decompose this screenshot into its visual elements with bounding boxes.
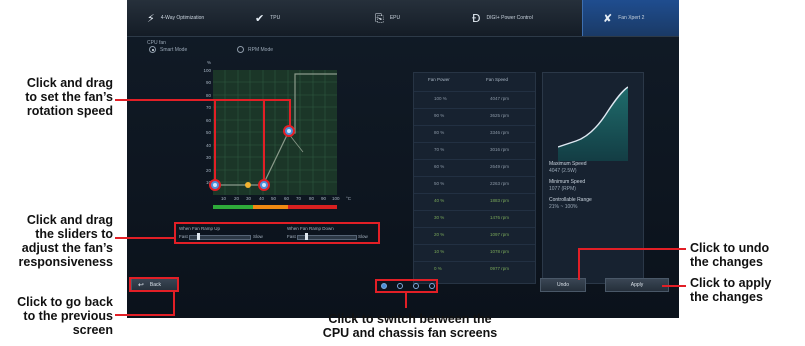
tab-label: Fan Xpert 2	[618, 15, 645, 21]
annotation-apply: Click to apply the changes	[690, 276, 772, 304]
table-row: 50 % 2263 rpm	[414, 176, 535, 191]
x-tick: 100	[332, 196, 340, 201]
x-tick: 80	[309, 196, 315, 201]
x-tick: 40	[259, 196, 265, 201]
chip-icon: ⎘	[375, 11, 384, 25]
check-icon: ✔	[255, 11, 265, 25]
x-tick: 60	[284, 196, 290, 201]
leader-line-drag-speed-v2	[263, 99, 265, 181]
header-fan-speed: Fan Speed	[486, 77, 509, 82]
pager-highlight-box	[375, 279, 438, 293]
table-row: 10 % 1078 rpm	[414, 244, 535, 259]
leader-line-sliders	[115, 237, 175, 239]
controllable-range-label: Controllable Range	[549, 197, 592, 203]
y-tick: 70	[205, 105, 211, 110]
table-row: 0 % 0977 rpm	[414, 261, 535, 276]
tab-fan-xpert-2[interactable]: ✘ Fan Xpert 2	[582, 0, 679, 36]
x-tick: 70	[296, 196, 302, 201]
table-row: 70 % 3016 rpm	[414, 142, 535, 157]
annotation-switch-screens: Click to switch between the CPU and chass…	[322, 312, 498, 340]
table-row: 80 % 3346 rpm	[414, 125, 535, 140]
leader-line-apply	[662, 285, 686, 287]
smart-mode-label: Smart Mode	[160, 47, 188, 53]
apply-button[interactable]: Apply	[605, 278, 669, 292]
fan-label: CPU fan	[147, 40, 166, 46]
table-row: 40 % 1883 rpm	[414, 193, 535, 208]
fan-info-panel: Maximum Speed 4047 (2.5W) Minimum Speed …	[542, 72, 644, 284]
tab-label: 4-Way Optimization	[160, 15, 205, 21]
leader-line-undo-v	[578, 248, 580, 280]
leader-line-drag-speed-v3	[289, 99, 291, 127]
leader-line-back-v	[173, 291, 175, 316]
y-tick: 20	[205, 168, 211, 173]
current-temp-marker	[245, 182, 251, 188]
x-tick: 90	[321, 196, 327, 201]
leader-line-back	[115, 314, 175, 316]
tab-label: DIGI+ Power Control	[486, 15, 533, 21]
undo-label: Undo	[557, 282, 569, 288]
y-tick: 50	[205, 130, 211, 135]
turbo-icon: ⚡	[147, 11, 155, 25]
x-tick: 30	[246, 196, 252, 201]
back-button-highlight-box	[129, 277, 179, 292]
table-row: 100 % 4047 rpm	[414, 91, 535, 106]
fan-curve-chart[interactable]	[213, 70, 337, 195]
leader-line-pager	[405, 292, 407, 308]
min-speed-value: 1077 (RPM)	[549, 186, 576, 192]
table-row: 30 % 1476 rpm	[414, 210, 535, 225]
annotation-drag-sliders: Click and drag the sliders to adjust the f…	[18, 213, 114, 269]
x-tick: 10	[221, 196, 227, 201]
annotation-drag-speed: Click and drag to set the fan’s rotation s…	[25, 76, 113, 118]
tab-label: TPU	[270, 15, 281, 21]
table-row: 90 % 3625 rpm	[414, 108, 535, 123]
tab-4-way-optimization[interactable]: ⚡ 4-Way Optimization	[147, 0, 237, 36]
y-axis-unit: %	[206, 60, 211, 65]
y-tick: 30	[205, 155, 211, 160]
table-row: 20 % 1097 rpm	[414, 227, 535, 242]
y-tick: 90	[205, 80, 211, 85]
sliders-highlight-box	[174, 222, 380, 244]
temp-band-green	[213, 205, 253, 209]
fan-speed-mini-graph	[558, 86, 628, 161]
y-tick: 100	[203, 68, 211, 73]
tab-digi-power-control[interactable]: Ð DIGI+ Power Control	[472, 0, 567, 36]
tab-tpu[interactable]: ✔ TPU	[255, 0, 315, 36]
temp-band-red	[288, 205, 337, 209]
max-speed-label: Maximum Speed	[549, 161, 587, 167]
annotation-undo: Click to undo the changes	[690, 241, 770, 269]
y-tick: 40	[205, 143, 211, 148]
temp-band-orange	[253, 205, 288, 209]
rpm-mode-label: RPM Mode	[248, 47, 274, 53]
annotation-go-back: Click to go back to the previous screen	[17, 295, 113, 337]
leader-line-drag-speed-v1	[214, 99, 216, 181]
max-speed-value: 4047 (2.5W)	[549, 168, 577, 174]
leader-line-undo	[578, 248, 686, 250]
smart-mode-radio[interactable]	[149, 46, 156, 53]
digi-icon: Ð	[472, 11, 481, 25]
x-axis-unit: °C	[346, 196, 352, 201]
x-tick: 20	[234, 196, 240, 201]
controllable-range-value: 21% ~ 100%	[549, 204, 578, 210]
fan-speed-table: Fan Power Fan Speed 100 % 4047 rpm 90 % 36…	[413, 72, 536, 284]
rpm-mode-radio[interactable]	[237, 46, 244, 53]
y-tick: 60	[205, 118, 211, 123]
undo-button[interactable]: Undo	[540, 278, 586, 292]
tab-epu[interactable]: ⎘ EPU	[375, 0, 435, 36]
y-tick: 80	[205, 93, 211, 98]
tab-label: EPU	[389, 15, 401, 21]
top-navigation: ⚡ 4-Way Optimization ✔ TPU ⎘ EPU Ð DIGI+…	[127, 0, 679, 37]
fan-icon: ✘	[603, 11, 613, 25]
table-row: 60 % 2649 rpm	[414, 159, 535, 174]
header-fan-power: Fan Power	[428, 77, 450, 82]
min-speed-label: Minimum Speed	[549, 179, 586, 185]
apply-label: Apply	[630, 282, 644, 288]
fan-xpert-window: ⚡ 4-Way Optimization ✔ TPU ⎘ EPU Ð DIGI+…	[127, 0, 679, 318]
x-tick: 50	[271, 196, 277, 201]
